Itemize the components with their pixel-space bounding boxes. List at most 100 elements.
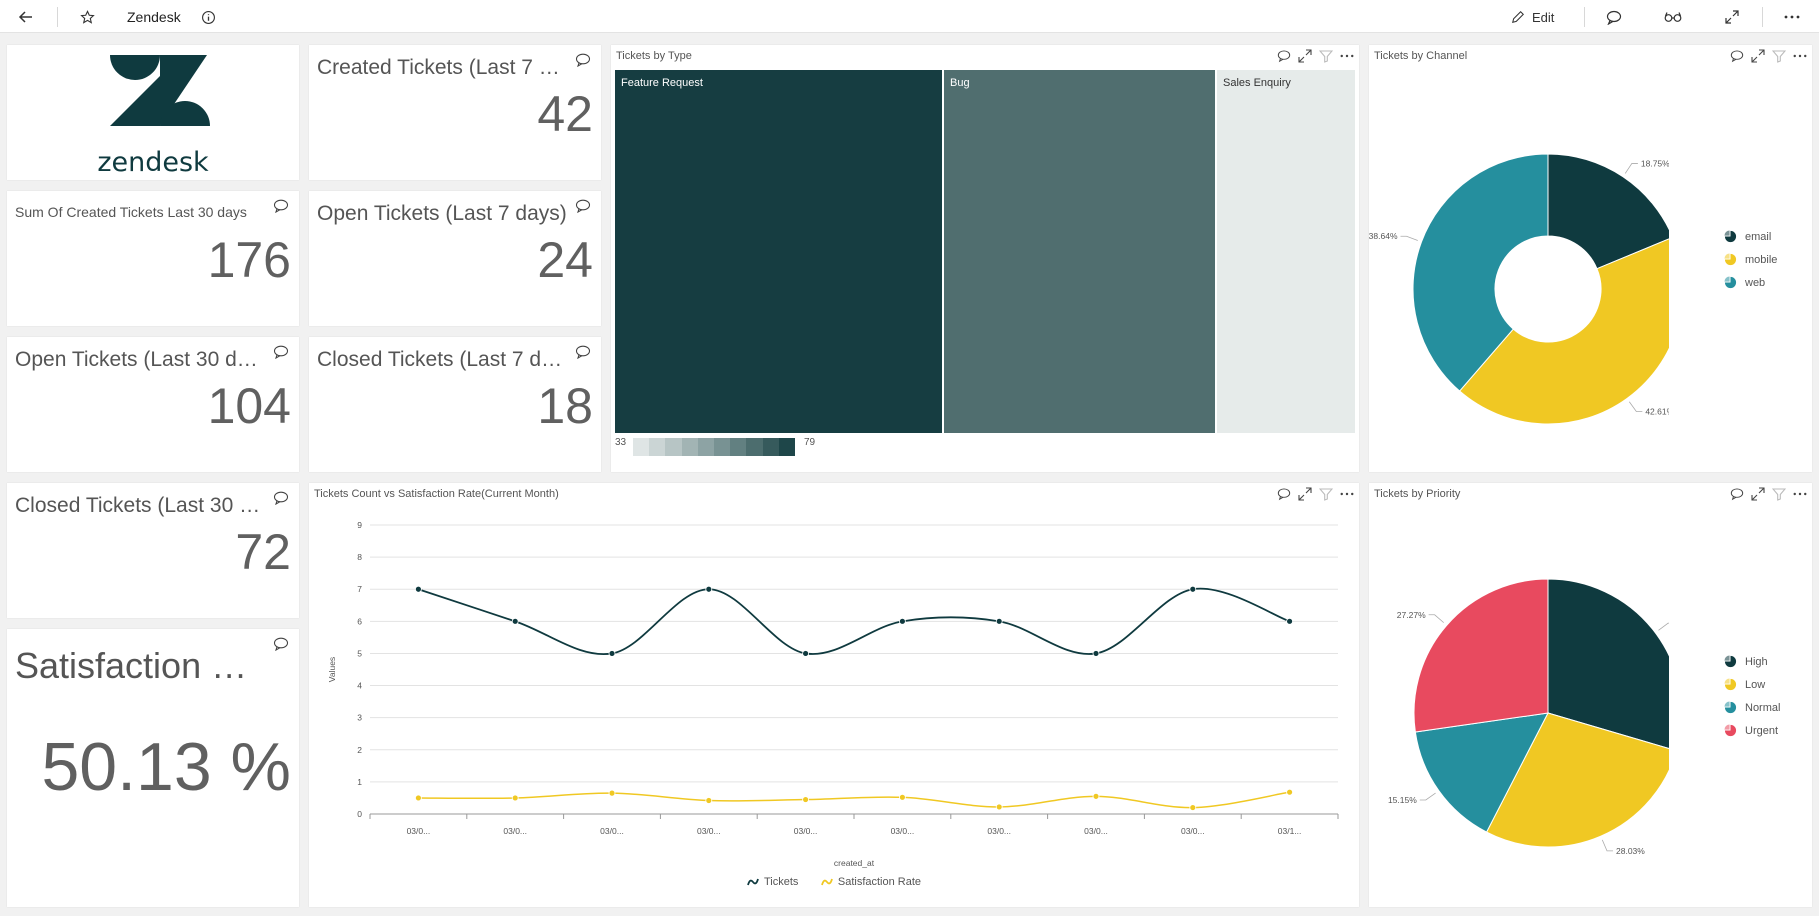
- legend-item-satisfaction-rate[interactable]: Satisfaction Rate: [820, 876, 921, 888]
- pie-leader-line: [1658, 622, 1669, 631]
- filter-icon[interactable]: [1772, 487, 1786, 501]
- legend-item-tickets[interactable]: Tickets: [747, 876, 798, 888]
- panel-tools: [1730, 487, 1807, 501]
- comment-icon[interactable]: [1730, 487, 1744, 501]
- data-point[interactable]: [802, 796, 810, 803]
- x-tick-label: 03/1...: [1278, 826, 1302, 836]
- legend-item-normal[interactable]: Normal: [1724, 696, 1780, 719]
- more-horizontal-icon[interactable]: [1340, 54, 1354, 58]
- data-point[interactable]: [705, 585, 713, 593]
- data-point[interactable]: [899, 617, 906, 625]
- treemap-block-sales-enquiry[interactable]: Sales Enquiry: [1217, 70, 1355, 433]
- more-horizontal-icon[interactable]: [1793, 492, 1807, 496]
- data-point[interactable]: [995, 617, 1003, 625]
- y-tick-label: 2: [357, 745, 362, 755]
- panel-title: Tickets by Type: [616, 50, 692, 62]
- y-tick-label: 9: [357, 520, 362, 530]
- star-icon[interactable]: [76, 6, 98, 28]
- pie-data-label: 42.61%: [1645, 406, 1669, 416]
- x-tick-label: 03/0...: [1084, 826, 1108, 836]
- data-point[interactable]: [899, 793, 906, 801]
- kpi-open-30[interactable]: Open Tickets (Last 30 days) 104: [7, 337, 299, 472]
- series-line-satisfaction-rate[interactable]: [418, 791, 1290, 809]
- legend-item-high[interactable]: High: [1724, 650, 1780, 673]
- comment-icon[interactable]: [273, 491, 289, 505]
- data-point[interactable]: [1286, 788, 1293, 796]
- x-tick-label: 03/0...: [891, 826, 915, 836]
- more-horizontal-icon[interactable]: [1781, 6, 1803, 28]
- kpi-value: 18: [537, 378, 593, 434]
- treemap-block-bug[interactable]: Bug: [944, 70, 1215, 433]
- x-tick-label: 03/0...: [697, 826, 721, 836]
- kpi-title: Open Tickets (Last 30 days): [15, 348, 269, 371]
- pie-data-label: 15.15%: [1388, 795, 1417, 805]
- edit-button[interactable]: Edit: [1511, 6, 1554, 28]
- kpi-satisfaction[interactable]: Satisfaction Rate 50.13 %: [7, 629, 299, 907]
- pie-slice-urgent[interactable]: [1413, 578, 1549, 733]
- comment-icon[interactable]: [1277, 49, 1291, 63]
- data-point[interactable]: [1092, 792, 1100, 800]
- legend-item-web[interactable]: web: [1724, 271, 1777, 294]
- channel-legend: email mobile web: [1724, 225, 1777, 294]
- color-scale-min: 33: [615, 437, 627, 448]
- pie-data-label: 28.03%: [1616, 846, 1645, 856]
- fullscreen-icon[interactable]: [1721, 6, 1743, 28]
- comment-icon[interactable]: [575, 199, 591, 213]
- legend-item-email[interactable]: email: [1724, 225, 1777, 248]
- legend-item-mobile[interactable]: mobile: [1724, 248, 1777, 271]
- data-point[interactable]: [1092, 650, 1100, 657]
- data-point[interactable]: [511, 617, 519, 625]
- data-point[interactable]: [802, 650, 810, 657]
- filter-icon[interactable]: [1772, 49, 1786, 63]
- kpi-open-7[interactable]: Open Tickets (Last 7 days) 24: [309, 191, 601, 326]
- data-point[interactable]: [705, 797, 713, 804]
- expand-icon[interactable]: [1751, 487, 1765, 501]
- legend-item-urgent[interactable]: Urgent: [1724, 719, 1780, 742]
- tickets-by-channel-panel: Tickets by Channel 18.75% 42.61% 38.64% em…: [1369, 45, 1812, 472]
- data-point[interactable]: [1286, 617, 1293, 625]
- kpi-title: Open Tickets (Last 7 days): [317, 202, 567, 225]
- kpi-sum-created-30[interactable]: Sum Of Created Tickets Last 30 days 176: [7, 191, 299, 326]
- legend-label: Tickets: [763, 876, 799, 888]
- legend-item-low[interactable]: Low: [1724, 673, 1780, 696]
- glasses-icon[interactable]: [1662, 6, 1684, 28]
- pie-slice-icon: [1724, 230, 1737, 243]
- data-point[interactable]: [995, 803, 1003, 811]
- line-series-icon: [747, 878, 759, 886]
- arrow-left-icon[interactable]: [15, 6, 37, 28]
- data-point[interactable]: [1189, 804, 1197, 811]
- kpi-value: 24: [537, 232, 593, 288]
- info-icon[interactable]: [197, 6, 219, 28]
- kpi-value: 42: [537, 86, 593, 142]
- comment-icon[interactable]: [1730, 49, 1744, 63]
- comment-icon[interactable]: [273, 637, 289, 651]
- legend-label: web: [1745, 276, 1766, 289]
- more-horizontal-icon[interactable]: [1793, 54, 1807, 58]
- panel-tools: [1277, 49, 1354, 63]
- data-point[interactable]: [511, 794, 519, 802]
- color-scale-max: 79: [804, 437, 816, 448]
- pie-data-label: 38.64%: [1369, 231, 1398, 241]
- data-point[interactable]: [608, 650, 616, 657]
- comment-icon[interactable]: [575, 53, 591, 67]
- comment-icon[interactable]: [273, 199, 289, 213]
- data-point[interactable]: [608, 789, 616, 797]
- kpi-closed-7[interactable]: Closed Tickets (Last 7 days) 18: [309, 337, 601, 472]
- data-point[interactable]: [1189, 585, 1197, 593]
- kpi-title: Closed Tickets (Last 7 days): [317, 348, 571, 371]
- comment-icon[interactable]: [273, 345, 289, 359]
- x-tick-label: 03/0...: [794, 826, 818, 836]
- pie-slice-icon: [1724, 655, 1737, 668]
- expand-icon[interactable]: [1751, 49, 1765, 63]
- comment-icon[interactable]: [575, 345, 591, 359]
- kpi-closed-30[interactable]: Closed Tickets (Last 30 days) 72: [7, 483, 299, 618]
- filter-icon[interactable]: [1319, 49, 1333, 63]
- expand-icon[interactable]: [1298, 49, 1312, 63]
- kpi-created-7[interactable]: Created Tickets (Last 7 days) 42: [309, 45, 601, 180]
- comment-icon[interactable]: [1603, 6, 1625, 28]
- data-point[interactable]: [415, 585, 422, 593]
- treemap-block-feature-request[interactable]: Feature Request: [615, 70, 942, 433]
- data-point[interactable]: [415, 794, 422, 802]
- pie-leader-line: [1400, 235, 1418, 241]
- pie-data-label: 27.27%: [1397, 610, 1426, 620]
